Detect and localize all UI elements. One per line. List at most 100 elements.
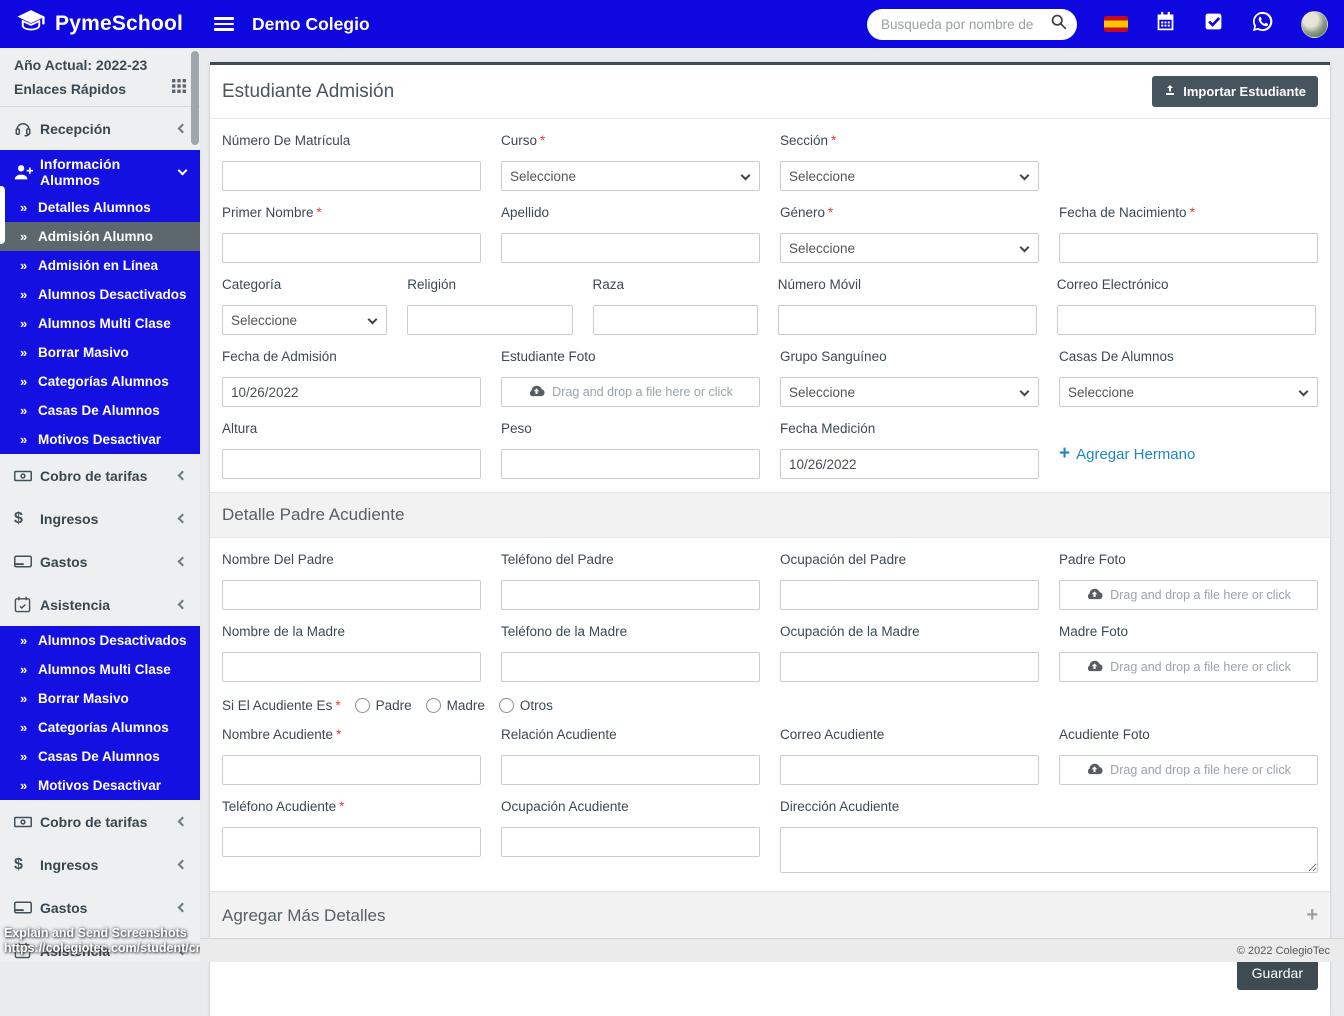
correo-electronico-input[interactable]	[1057, 305, 1316, 335]
import-student-button[interactable]: Importar Estudiante	[1152, 76, 1318, 107]
sidebar-item-motivos-desactivar-2[interactable]: »Motivos Desactivar	[0, 771, 200, 800]
grid-apps-icon[interactable]	[172, 79, 186, 98]
sidebar-item-cobro-de-tarifas[interactable]: Cobro de tarifas	[0, 454, 200, 497]
sidebar-item-borrar-masivo[interactable]: »Borrar Masivo	[0, 338, 200, 367]
telefono-padre-input[interactable]	[501, 580, 760, 610]
whatsapp-icon[interactable]	[1251, 10, 1274, 38]
sidebar-item-detalles-alumnos[interactable]: »Detalles Alumnos	[0, 193, 200, 222]
user-avatar[interactable]	[1301, 11, 1328, 38]
graduation-cap-icon	[16, 9, 46, 40]
seccion-label: Sección*	[780, 133, 1039, 148]
ocupacion-madre-input[interactable]	[780, 652, 1039, 682]
sidebar-item-recepcion[interactable]: Recepción	[0, 107, 200, 150]
sidebar-item-alumnos-desactivados-2[interactable]: »Alumnos Desactivados	[0, 626, 200, 655]
radio-icon[interactable]	[426, 698, 441, 713]
sidebar-item-casas-de-alumnos-2[interactable]: »Casas De Alumnos	[0, 742, 200, 771]
spain-flag-icon[interactable]	[1104, 16, 1128, 32]
grupo-sanguineo-select[interactable]: Seleccione	[780, 377, 1039, 407]
sidebar-item-casas-de-alumnos[interactable]: »Casas De Alumnos	[0, 396, 200, 425]
categoria-select[interactable]: Seleccione	[222, 305, 387, 335]
correo-acudiente-input[interactable]	[780, 755, 1039, 785]
numero-movil-input[interactable]	[778, 305, 1037, 335]
sidebar-item-categorias-alumnos-2[interactable]: »Categorías Alumnos	[0, 713, 200, 742]
sidebar-item-label: Recepción	[40, 121, 179, 137]
plus-icon[interactable]: +	[1306, 904, 1318, 927]
telefono-padre-label: Teléfono del Padre	[501, 552, 760, 567]
madre-foto-dropzone[interactable]: Drag and drop a file here or click	[1059, 652, 1318, 682]
curso-select[interactable]: Seleccione	[501, 161, 760, 191]
genero-select[interactable]: Seleccione	[780, 233, 1039, 263]
sidebar-item-alumnos-multi-clase-2[interactable]: »Alumnos Multi Clase	[0, 655, 200, 684]
fecha-medicion-input[interactable]	[780, 449, 1039, 479]
radio-icon[interactable]	[355, 698, 370, 713]
hamburger-icon[interactable]	[214, 14, 234, 34]
sidebar-item-label: Alumnos Desactivados	[38, 633, 187, 648]
double-chevron-icon: »	[20, 229, 38, 244]
brand[interactable]: PymeSchool	[0, 9, 200, 40]
nombre-madre-input[interactable]	[222, 652, 481, 682]
search-input[interactable]	[881, 17, 1050, 32]
apellido-input[interactable]	[501, 233, 760, 263]
seccion-select[interactable]: Seleccione	[780, 161, 1039, 191]
raza-input[interactable]	[593, 305, 758, 335]
calendar-icon[interactable]	[1155, 11, 1176, 37]
direccion-acudiente-textarea[interactable]	[780, 827, 1318, 873]
chevron-left-icon	[178, 817, 188, 827]
fecha-nacimiento-input[interactable]	[1059, 233, 1318, 263]
radio-madre[interactable]: Madre	[426, 698, 485, 713]
peso-input[interactable]	[501, 449, 760, 479]
radio-padre[interactable]: Padre	[355, 698, 412, 713]
ocupacion-padre-input[interactable]	[780, 580, 1039, 610]
acudiente-foto-label: Acudiente Foto	[1059, 727, 1318, 742]
quick-links-label: Enlaces Rápidos	[14, 81, 126, 97]
acudiente-foto-dropzone[interactable]: Drag and drop a file here or click	[1059, 755, 1318, 785]
sidebar-item-ingresos[interactable]: $ Ingresos	[0, 497, 200, 540]
radio-otros[interactable]: Otros	[499, 698, 553, 713]
sidebar-item-borrar-masivo-2[interactable]: »Borrar Masivo	[0, 684, 200, 713]
sidebar-item-asistencia[interactable]: Asistencia	[0, 583, 200, 626]
sidebar-item-label: Cobro de tarifas	[40, 814, 179, 830]
chevron-left-icon	[178, 903, 188, 913]
brand-name: PymeSchool	[55, 12, 183, 36]
fecha-admision-input[interactable]	[222, 377, 481, 407]
double-chevron-icon: »	[20, 403, 38, 418]
matricula-input[interactable]	[222, 161, 481, 191]
search-icon[interactable]	[1050, 13, 1067, 35]
nombre-padre-input[interactable]	[222, 580, 481, 610]
religion-input[interactable]	[407, 305, 572, 335]
padre-foto-dropzone[interactable]: Drag and drop a file here or click	[1059, 580, 1318, 610]
sidebar-item-alumnos-desactivados[interactable]: »Alumnos Desactivados	[0, 280, 200, 309]
add-sibling-link[interactable]: + Agregar Hermano	[1059, 443, 1195, 465]
person-plus-icon	[14, 163, 40, 180]
sidebar-scrollbar[interactable]	[191, 51, 199, 145]
casas-de-alumnos-select[interactable]: Seleccione	[1059, 377, 1318, 407]
more-details-section-header[interactable]: Agregar Más Detalles +	[210, 891, 1330, 940]
sidebar-item-motivos-desactivar[interactable]: »Motivos Desactivar	[0, 425, 200, 454]
sidebar-item-admision-alumno[interactable]: »Admisión Alumno	[0, 222, 200, 251]
altura-input[interactable]	[222, 449, 481, 479]
primer-nombre-input[interactable]	[222, 233, 481, 263]
sidebar-item-admision-en-linea[interactable]: »Admisión en Línea	[0, 251, 200, 280]
tasks-check-square-icon[interactable]	[1203, 11, 1224, 37]
sidebar-item-gastos[interactable]: Gastos	[0, 540, 200, 583]
estudiante-foto-dropzone[interactable]: Drag and drop a file here or click	[501, 377, 760, 407]
telefono-madre-input[interactable]	[501, 652, 760, 682]
relacion-acudiente-input[interactable]	[501, 755, 760, 785]
fecha-nacimiento-label: Fecha de Nacimiento*	[1059, 205, 1318, 220]
telefono-acudiente-input[interactable]	[222, 827, 481, 857]
ocupacion-acudiente-input[interactable]	[501, 827, 760, 857]
sidebar-item-informacion-alumnos[interactable]: Información Alumnos	[0, 150, 200, 193]
sidebar-item-ingresos-2[interactable]: $ Ingresos	[0, 843, 200, 886]
double-chevron-icon: »	[20, 691, 38, 706]
sidebar-item-categorias-alumnos[interactable]: »Categorías Alumnos	[0, 367, 200, 396]
chevron-left-icon	[178, 860, 188, 870]
sidebar-item-cobro-de-tarifas-2[interactable]: Cobro de tarifas	[0, 800, 200, 843]
sidebar-item-label: Casas De Alumnos	[38, 403, 160, 418]
estudiante-foto-label: Estudiante Foto	[501, 349, 760, 364]
sidebar-item-label: Categorías Alumnos	[38, 374, 169, 389]
sidebar-item-alumnos-multi-clase[interactable]: »Alumnos Multi Clase	[0, 309, 200, 338]
nombre-acudiente-input[interactable]	[222, 755, 481, 785]
radio-icon[interactable]	[499, 698, 514, 713]
ocupacion-padre-label: Ocupación del Padre	[780, 552, 1039, 567]
sidebar-item-gastos-2[interactable]: Gastos	[0, 886, 200, 929]
